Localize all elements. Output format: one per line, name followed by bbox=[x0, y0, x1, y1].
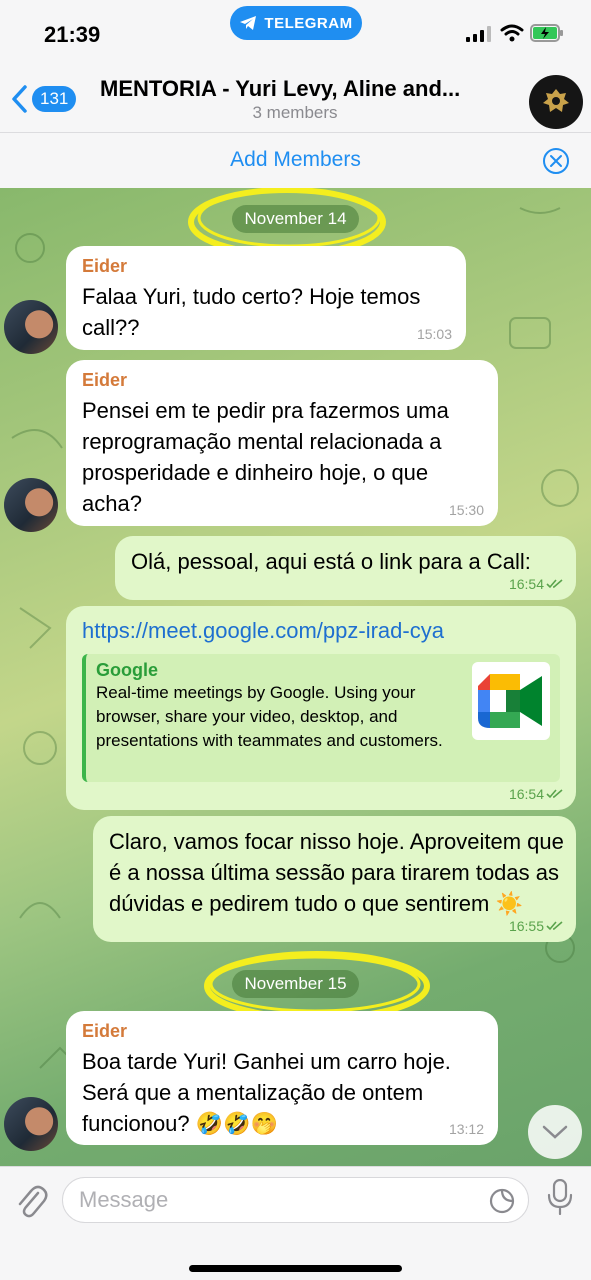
chat-area[interactable]: November 14 Eider Falaa Yuri, tudo certo… bbox=[0, 188, 591, 1166]
unread-badge: 131 bbox=[32, 86, 77, 112]
link-preview[interactable]: Google Real-time meetings by Google. Usi… bbox=[82, 654, 560, 782]
message-bubble[interactable]: Eider Pensei em te pedir pra fazermos um… bbox=[66, 360, 498, 526]
scroll-down-button[interactable] bbox=[528, 1105, 582, 1159]
message-bubble[interactable]: Eider Boa tarde Yuri! Ganhei um carro ho… bbox=[66, 1011, 498, 1145]
date-separator: November 15 bbox=[0, 970, 591, 998]
message-text: Claro, vamos focar nisso hoje. Aproveite… bbox=[109, 829, 564, 916]
double-check-icon bbox=[546, 921, 563, 931]
double-check-icon bbox=[546, 579, 563, 589]
date-separator: November 14 bbox=[0, 205, 591, 233]
battery-icon bbox=[530, 24, 563, 42]
signal-icon bbox=[466, 26, 491, 42]
message-text: Pensei em te pedir pra fazermos uma repr… bbox=[82, 398, 449, 516]
message-bubble[interactable]: Eider Falaa Yuri, tudo certo? Hoje temos… bbox=[66, 246, 466, 350]
message-input[interactable] bbox=[63, 1178, 463, 1222]
message-bubble[interactable]: Claro, vamos focar nisso hoje. Aproveite… bbox=[93, 816, 576, 942]
telegram-plane-icon bbox=[240, 16, 257, 30]
message-text: Falaa Yuri, tudo certo? Hoje temos call?… bbox=[82, 284, 421, 340]
message-text: Boa tarde Yuri! Ganhei um carro hoje. Se… bbox=[82, 1049, 451, 1136]
sender-name[interactable]: Eider bbox=[82, 256, 450, 277]
double-check-icon bbox=[546, 789, 563, 799]
preview-description: Real-time meetings by Google. Using your… bbox=[96, 683, 443, 750]
message-time: 13:12 bbox=[448, 1121, 484, 1137]
message-bubble[interactable]: https://meet.google.com/ppz-irad-cya Goo… bbox=[66, 606, 576, 810]
avatar[interactable] bbox=[4, 300, 58, 354]
message-bubble[interactable]: Olá, pessoal, aqui está o link para a Ca… bbox=[115, 536, 576, 600]
message-time: 16:54 bbox=[509, 576, 564, 592]
clock: 21:39 bbox=[44, 22, 101, 47]
group-avatar[interactable] bbox=[529, 75, 583, 129]
message-text: Olá, pessoal, aqui está o link para a Ca… bbox=[131, 549, 531, 574]
close-icon[interactable] bbox=[542, 147, 570, 175]
message-time: 16:54 bbox=[509, 786, 564, 802]
sender-name[interactable]: Eider bbox=[82, 1021, 482, 1042]
telegram-pill[interactable]: TELEGRAM bbox=[230, 6, 362, 40]
message-time: 15:30 bbox=[448, 502, 484, 518]
message-time: 15:03 bbox=[416, 326, 452, 342]
chevron-down-icon bbox=[542, 1125, 568, 1139]
message-field[interactable] bbox=[62, 1177, 529, 1223]
avatar[interactable] bbox=[4, 478, 58, 532]
microphone-icon[interactable] bbox=[547, 1179, 573, 1215]
meet-link[interactable]: https://meet.google.com/ppz-irad-cya bbox=[82, 616, 560, 646]
crest-icon bbox=[543, 89, 569, 112]
add-members-button[interactable]: Add Members bbox=[0, 148, 591, 172]
message-input-bar bbox=[0, 1166, 591, 1280]
telegram-pill-label: TELEGRAM bbox=[264, 14, 353, 32]
home-indicator[interactable] bbox=[189, 1265, 402, 1272]
message-time: 16:55 bbox=[509, 918, 564, 934]
chat-title[interactable]: MENTORIA - Yuri Levy, Aline and... bbox=[100, 76, 510, 102]
paperclip-icon[interactable] bbox=[14, 1181, 48, 1219]
add-members-bar: Add Members bbox=[0, 132, 591, 188]
chevron-left-icon bbox=[12, 85, 27, 113]
back-button[interactable]: 131 bbox=[10, 84, 77, 114]
chat-header: 131 MENTORIA - Yuri Levy, Aline and... 3… bbox=[0, 66, 591, 132]
status-bar: 21:39 TELEGRAM bbox=[0, 0, 591, 66]
member-count: 3 members bbox=[252, 103, 338, 122]
sender-name[interactable]: Eider bbox=[82, 370, 482, 391]
sticker-icon[interactable] bbox=[488, 1187, 516, 1215]
avatar[interactable] bbox=[4, 1097, 58, 1151]
google-meet-icon bbox=[472, 662, 550, 740]
wifi-icon bbox=[500, 24, 524, 42]
